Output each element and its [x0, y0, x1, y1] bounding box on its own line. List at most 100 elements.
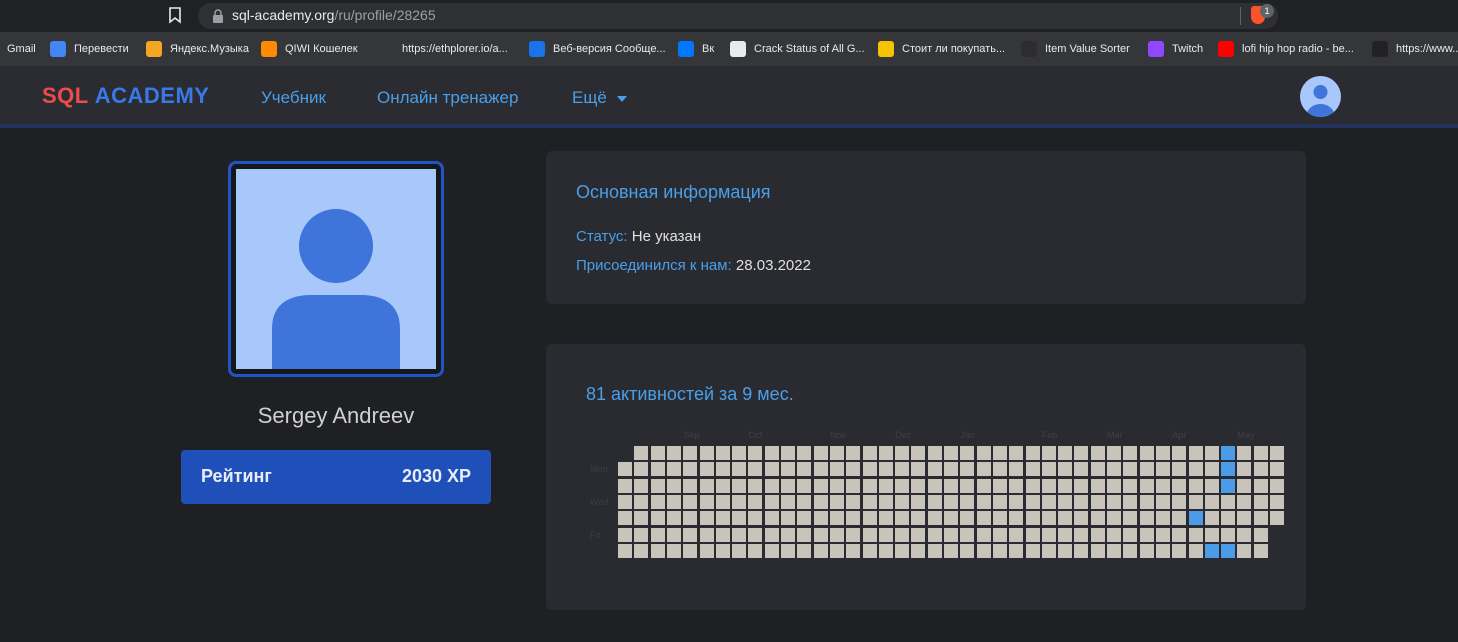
activity-cell[interactable] [732, 446, 747, 460]
activity-cell[interactable] [1090, 446, 1105, 460]
activity-cell[interactable] [781, 462, 795, 477]
activity-cell[interactable] [992, 446, 1007, 460]
activity-cell[interactable] [1155, 543, 1170, 558]
activity-cell[interactable] [992, 527, 1007, 542]
activity-cell[interactable] [1204, 511, 1219, 526]
activity-cell[interactable] [683, 446, 698, 460]
activity-cell[interactable] [1204, 462, 1219, 477]
activity-cell[interactable] [1058, 494, 1073, 509]
activity-cell[interactable] [976, 462, 991, 477]
activity-cell[interactable] [878, 494, 893, 509]
activity-cell[interactable] [1270, 494, 1284, 509]
activity-cell[interactable] [634, 511, 649, 526]
activity-cell[interactable] [976, 446, 991, 460]
activity-cell[interactable] [960, 462, 975, 477]
activity-cell[interactable] [895, 462, 910, 477]
activity-cell[interactable] [878, 446, 893, 460]
activity-cell[interactable] [846, 446, 861, 460]
activity-cell[interactable] [1237, 478, 1252, 493]
activity-cell[interactable] [992, 511, 1007, 526]
activity-cell[interactable] [911, 543, 926, 558]
activity-cell[interactable] [927, 543, 942, 558]
activity-cell[interactable] [1025, 446, 1040, 460]
activity-cell[interactable] [1123, 527, 1138, 542]
activity-cell[interactable] [797, 543, 812, 558]
activity-cell[interactable] [944, 511, 958, 526]
activity-cell[interactable] [618, 494, 632, 509]
activity-cell[interactable] [960, 494, 975, 509]
activity-cell[interactable] [1107, 446, 1121, 460]
activity-cell[interactable] [1107, 494, 1121, 509]
activity-cell[interactable] [1074, 527, 1089, 542]
activity-cell[interactable] [960, 511, 975, 526]
activity-cell[interactable] [911, 478, 926, 493]
activity-cell[interactable] [1221, 511, 1236, 526]
activity-cell[interactable] [797, 511, 812, 526]
activity-cell[interactable] [764, 462, 779, 477]
activity-cell[interactable] [715, 543, 730, 558]
activity-cell[interactable] [1139, 478, 1154, 493]
activity-cell[interactable] [781, 527, 795, 542]
activity-cell[interactable] [1009, 494, 1024, 509]
bookmark-item[interactable]: Twitch [1148, 40, 1203, 58]
activity-cell[interactable] [1253, 527, 1268, 542]
activity-cell[interactable] [1172, 462, 1187, 477]
activity-cell[interactable] [862, 462, 877, 477]
activity-cell[interactable] [1188, 543, 1203, 558]
activity-cell[interactable] [1123, 494, 1138, 509]
activity-cell[interactable] [895, 478, 910, 493]
activity-cell[interactable] [1058, 446, 1073, 460]
activity-cell[interactable] [1058, 527, 1073, 542]
activity-cell[interactable] [927, 494, 942, 509]
activity-cell[interactable] [715, 462, 730, 477]
activity-cell[interactable] [944, 446, 958, 460]
activity-cell[interactable] [1041, 446, 1056, 460]
activity-cell[interactable] [1025, 511, 1040, 526]
activity-cell[interactable] [715, 527, 730, 542]
activity-cell[interactable] [797, 478, 812, 493]
activity-cell[interactable] [1221, 446, 1236, 460]
activity-cell[interactable] [781, 478, 795, 493]
activity-cell[interactable] [846, 462, 861, 477]
activity-cell[interactable] [1041, 543, 1056, 558]
sql-academy-logo[interactable]: SQL ACADEMY [42, 83, 209, 109]
activity-cell[interactable] [927, 478, 942, 493]
activity-cell[interactable] [1107, 527, 1121, 542]
activity-cell[interactable] [1155, 446, 1170, 460]
activity-cell[interactable] [1009, 511, 1024, 526]
activity-cell[interactable] [1270, 462, 1284, 477]
activity-cell[interactable] [992, 543, 1007, 558]
activity-cell[interactable] [1107, 462, 1121, 477]
activity-cell[interactable] [829, 446, 844, 460]
activity-cell[interactable] [927, 462, 942, 477]
activity-cell[interactable] [1237, 462, 1252, 477]
activity-cell[interactable] [1270, 478, 1284, 493]
activity-cell[interactable] [748, 494, 763, 509]
activity-cell[interactable] [781, 494, 795, 509]
activity-cell[interactable] [1204, 494, 1219, 509]
activity-cell[interactable] [944, 462, 958, 477]
activity-cell[interactable] [1253, 494, 1268, 509]
activity-cell[interactable] [829, 494, 844, 509]
activity-cell[interactable] [1253, 511, 1268, 526]
bookmark-item[interactable]: Веб-версия Сообще... [529, 40, 666, 58]
activity-cell[interactable] [1123, 446, 1138, 460]
activity-cell[interactable] [862, 446, 877, 460]
activity-cell[interactable] [1009, 478, 1024, 493]
activity-cell[interactable] [944, 478, 958, 493]
activity-cell[interactable] [732, 462, 747, 477]
activity-cell[interactable] [634, 462, 649, 477]
activity-cell[interactable] [895, 511, 910, 526]
activity-cell[interactable] [1107, 478, 1121, 493]
activity-cell[interactable] [1074, 543, 1089, 558]
activity-cell[interactable] [1204, 478, 1219, 493]
activity-cell[interactable] [666, 494, 681, 509]
bookmark-icon[interactable] [168, 7, 182, 24]
activity-cell[interactable] [1090, 494, 1105, 509]
activity-cell[interactable] [666, 478, 681, 493]
activity-cell[interactable] [748, 478, 763, 493]
activity-cell[interactable] [1074, 478, 1089, 493]
bookmark-item[interactable]: Item Value Sorter [1021, 40, 1130, 58]
activity-cell[interactable] [1155, 478, 1170, 493]
activity-cell[interactable] [1221, 494, 1236, 509]
